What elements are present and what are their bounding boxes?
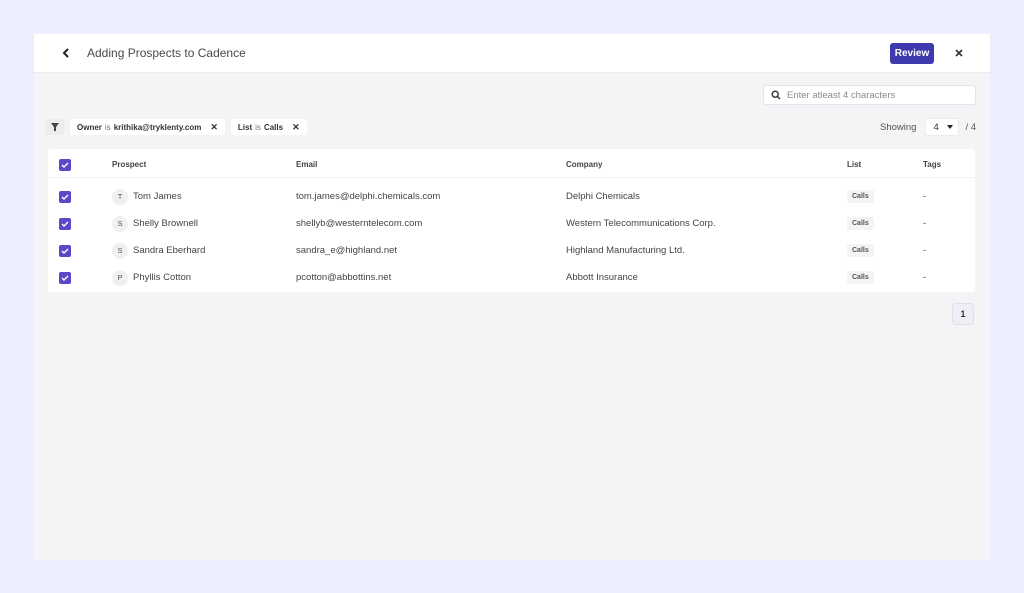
modal-header: Adding Prospects to Cadence Review (34, 34, 990, 73)
filter-chip-owner: Owner is krithika@tryklenty.com ✕ (70, 119, 225, 135)
list-badge: Calls (847, 244, 874, 257)
caret-down-icon (946, 125, 953, 129)
filter-button[interactable] (46, 119, 64, 135)
select-all-checkbox[interactable] (59, 158, 71, 171)
filter-field: List (237, 122, 253, 132)
column-header-company[interactable]: Company (566, 152, 602, 177)
column-header-prospect[interactable]: Prospect (112, 152, 146, 177)
avatar: S (112, 242, 128, 259)
showing-label: Showing (879, 121, 917, 133)
avatar: T (112, 188, 128, 205)
avatar: P (112, 269, 128, 286)
prospect-company: Western Telecommunications Corp. (566, 218, 716, 229)
prospect-tags: - (923, 245, 927, 256)
row-checkbox[interactable] (59, 190, 71, 203)
prospect-email: shellyb@westerntelecom.com (296, 218, 423, 229)
table-row[interactable]: S Shelly Brownell shellyb@westerntelecom.c… (48, 210, 975, 237)
prospect-company: Delphi Chemicals (566, 191, 640, 202)
list-badge: Calls (847, 271, 874, 284)
column-header-email[interactable]: Email (296, 152, 317, 177)
prospect-name[interactable]: Sandra Eberhard (133, 245, 205, 256)
check-icon (61, 275, 69, 281)
remove-filter-icon[interactable]: ✕ (292, 122, 300, 133)
check-icon (61, 248, 69, 254)
search-input[interactable] (787, 89, 967, 101)
row-checkbox[interactable] (59, 217, 71, 230)
search-box[interactable] (763, 85, 976, 105)
filter-icon (51, 123, 59, 131)
add-prospects-modal: Adding Prospects to Cadence Review Owner… (34, 34, 990, 560)
search-icon (771, 90, 781, 100)
prospect-tags: - (923, 191, 927, 202)
check-icon (61, 221, 69, 227)
row-checkbox[interactable] (59, 271, 71, 284)
table-row[interactable]: P Phyllis Cotton pcotton@abbottins.net Abbo… (48, 264, 975, 291)
page-1-button[interactable]: 1 (952, 303, 974, 325)
list-badge: Calls (847, 190, 874, 203)
page-size-value: 4 (933, 121, 939, 133)
filter-operator: is (104, 122, 111, 132)
page-size-control: Showing 4 / 4 (880, 118, 976, 136)
prospect-tags: - (923, 218, 927, 229)
check-icon (61, 194, 69, 200)
column-header-tags[interactable]: Tags (923, 152, 941, 177)
filter-value: krithika@tryklenty.com (113, 122, 202, 132)
review-button[interactable]: Review (890, 43, 934, 64)
page-size-select[interactable]: 4 (925, 118, 960, 136)
table-header: Prospect Email Company List Tags (48, 152, 975, 178)
close-button[interactable] (952, 46, 966, 60)
close-icon (955, 49, 963, 57)
table-row[interactable]: S Sandra Eberhard sandra_e@highland.net Hig… (48, 237, 975, 264)
modal-title: Adding Prospects to Cadence (87, 46, 246, 60)
check-icon (61, 162, 69, 168)
filter-value: Calls (263, 122, 284, 132)
prospect-name[interactable]: Phyllis Cotton (133, 272, 191, 283)
row-checkbox[interactable] (59, 244, 71, 257)
prospect-tags: - (923, 272, 927, 283)
filter-bar: Owner is krithika@tryklenty.com ✕ List i… (46, 119, 307, 135)
prospect-company: Highland Manufacturing Ltd. (566, 245, 685, 256)
avatar: S (112, 215, 128, 232)
back-button[interactable] (58, 45, 74, 61)
column-header-list[interactable]: List (847, 152, 861, 177)
list-badge: Calls (847, 217, 874, 230)
prospect-name[interactable]: Tom James (133, 191, 182, 202)
prospect-name[interactable]: Shelly Brownell (133, 218, 198, 229)
chevron-left-icon (62, 48, 69, 58)
total-count: / 4 (965, 121, 976, 133)
prospect-company: Abbott Insurance (566, 272, 638, 283)
filter-field: Owner (77, 122, 102, 132)
remove-filter-icon[interactable]: ✕ (210, 122, 218, 133)
table-row[interactable]: T Tom James tom.james@delphi.chemicals.com… (48, 183, 975, 210)
filter-operator: is (255, 122, 261, 132)
prospect-email: pcotton@abbottins.net (296, 272, 392, 283)
prospect-email: sandra_e@highland.net (296, 245, 398, 256)
prospects-table: Prospect Email Company List Tags T Tom Ja… (48, 149, 975, 292)
prospect-email: tom.james@delphi.chemicals.com (296, 191, 441, 202)
filter-chip-list: List is Calls ✕ (230, 119, 307, 135)
